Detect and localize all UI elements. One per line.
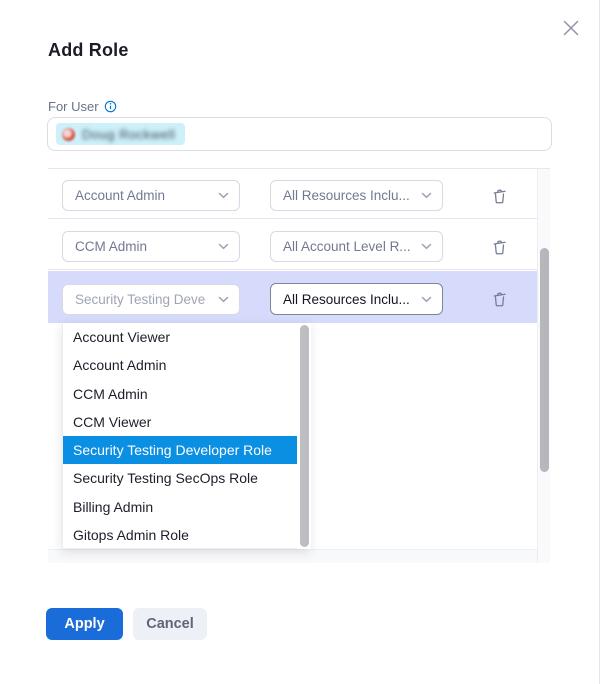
dropdown-scrollbar-track (297, 323, 311, 549)
panel-scrollbar-thumb[interactable] (540, 248, 549, 472)
resource-select-1[interactable]: All Resources Inclu... (270, 180, 443, 211)
trash-icon (491, 239, 513, 256)
for-user-label: For User (48, 99, 99, 114)
role-option[interactable]: CCM Viewer (63, 408, 297, 436)
role-select-2-value: CCM Admin (75, 239, 147, 254)
resource-select-2[interactable]: All Account Level R... (270, 231, 443, 262)
role-option[interactable]: Gitops Admin Role (63, 521, 297, 549)
chevron-down-icon (421, 296, 432, 303)
chevron-down-icon (421, 192, 432, 199)
delete-row-1-button[interactable] (491, 185, 513, 207)
role-select-3-value: Security Testing Deve (75, 292, 205, 307)
role-option[interactable]: Billing Admin (63, 493, 297, 521)
chevron-down-icon (421, 243, 432, 250)
role-options-list: Account ViewerAccount AdminCCM AdminCCM … (63, 323, 297, 549)
trash-icon (491, 188, 513, 205)
delete-row-3-button[interactable] (491, 288, 513, 310)
delete-row-2-button[interactable] (491, 236, 513, 258)
resource-select-1-value: All Resources Inclu... (283, 188, 410, 203)
role-option[interactable]: Security Testing Developer Role (63, 436, 297, 464)
close-button[interactable] (560, 17, 582, 39)
role-option[interactable]: Account Admin (63, 351, 297, 379)
cancel-button[interactable]: Cancel (133, 608, 207, 640)
role-row-1: Account Admin All Resources Inclu... (48, 168, 537, 219)
resource-select-3-value: All Resources Inclu... (283, 292, 410, 307)
page-title: Add Role (48, 40, 129, 61)
chevron-down-icon (218, 296, 229, 303)
role-select-2[interactable]: CCM Admin (62, 231, 240, 262)
role-option[interactable]: Account Viewer (63, 323, 297, 351)
role-select-1[interactable]: Account Admin (62, 180, 240, 211)
info-icon[interactable] (104, 100, 117, 113)
user-chip-name: Doug Rockwell (82, 127, 175, 142)
user-input[interactable]: Doug Rockwell (47, 117, 552, 151)
chevron-down-icon (218, 243, 229, 250)
panel-horizontal-scrollbar-track (48, 549, 537, 563)
apply-button[interactable]: Apply (46, 608, 123, 640)
chevron-down-icon (218, 192, 229, 199)
role-select-1-value: Account Admin (75, 188, 165, 203)
role-row-3: Security Testing Deve All Resources Incl… (48, 271, 537, 323)
user-avatar (62, 128, 75, 141)
role-row-2: CCM Admin All Account Level R... (48, 219, 537, 270)
user-chip[interactable]: Doug Rockwell (56, 123, 185, 145)
resource-select-2-value: All Account Level R... (283, 239, 411, 254)
role-select-3[interactable]: Security Testing Deve (62, 284, 240, 315)
role-options-dropdown: Account ViewerAccount AdminCCM AdminCCM … (62, 323, 310, 549)
role-option[interactable]: CCM Admin (63, 380, 297, 408)
role-option[interactable]: Security Testing SecOps Role (63, 464, 297, 492)
close-icon (560, 17, 582, 39)
dropdown-scrollbar-thumb[interactable] (300, 325, 309, 547)
resource-select-3[interactable]: All Resources Inclu... (270, 283, 443, 315)
trash-icon (491, 291, 513, 308)
